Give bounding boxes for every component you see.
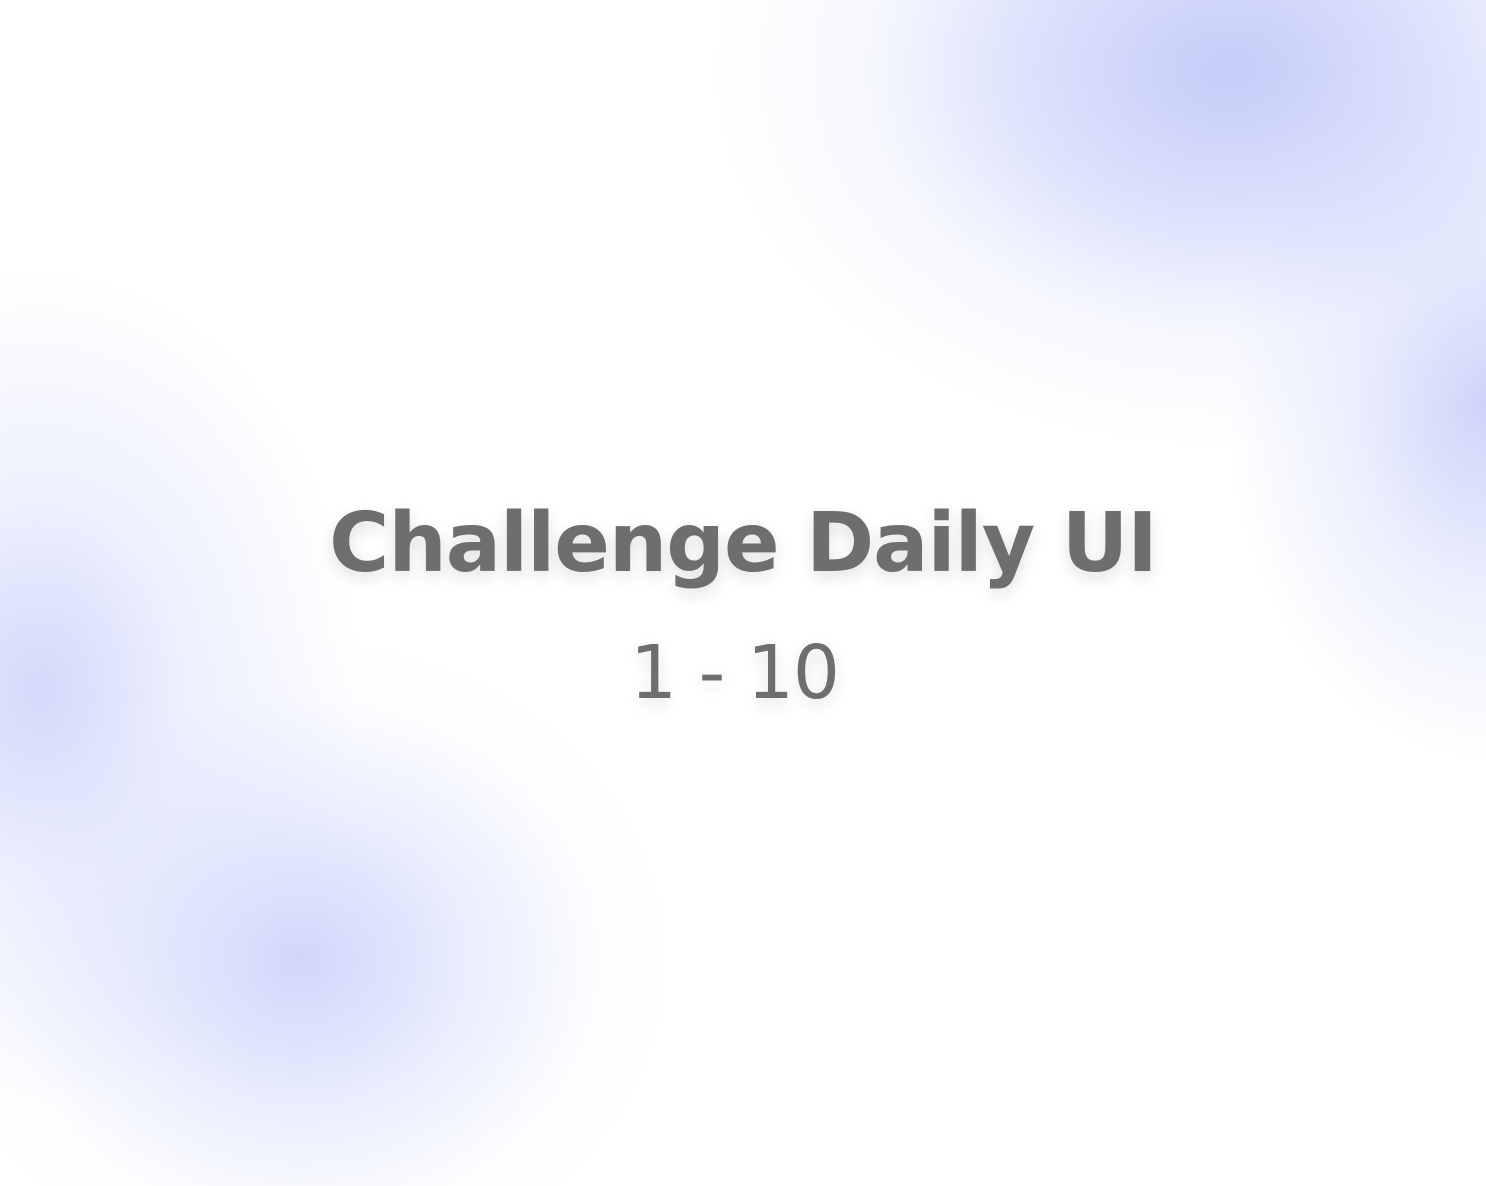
page-title: Challenge Daily UI	[329, 496, 1158, 591]
range-subtitle: 1 - 10	[630, 630, 840, 716]
